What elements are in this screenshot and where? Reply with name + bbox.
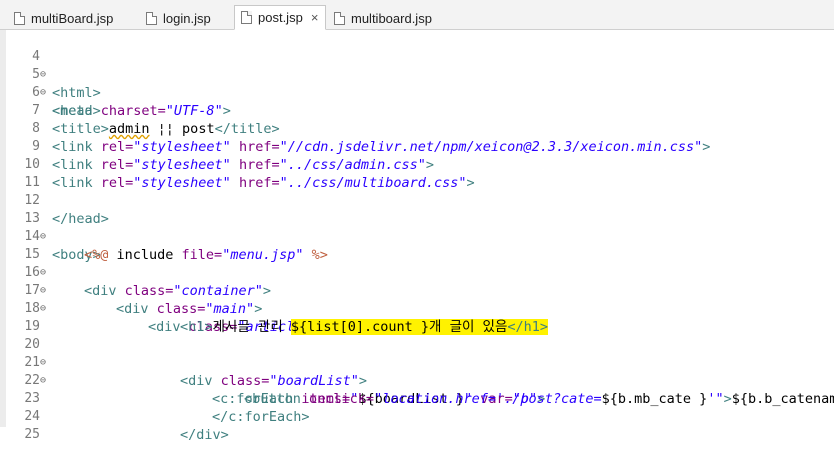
code-line: 22 <button onclick="location.href='./pos…	[0, 354, 834, 407]
code-line: 23 </c:forEach>	[0, 372, 834, 425]
code-line: 5 ⊖ <head>	[0, 48, 834, 119]
tab-multiboard-jsp[interactable]: multiboard.jsp	[328, 6, 438, 30]
code-line: 10 <link rel="stylesheet" href="../css/m…	[0, 138, 834, 191]
code-line: 17 ⊖ <div class="article">	[0, 264, 834, 335]
jsp-file-icon	[334, 11, 345, 25]
tab-label: multiBoard.jsp	[31, 10, 114, 26]
code-line: 21 ⊖ <c:forEach items="${boardList }" va…	[0, 336, 834, 407]
tab-label: multiboard.jsp	[351, 10, 432, 26]
close-tab-icon[interactable]: ×	[311, 10, 319, 25]
code-token: </div>	[180, 427, 229, 443]
code-line: 18 <h1>게시글 관리 ${list[0].count }개 글이 있음</…	[0, 282, 834, 335]
jsp-file-icon	[146, 11, 157, 25]
tab-label: post.jsp	[258, 10, 303, 25]
code-line: 14 <%@ include file="menu.jsp" %>	[0, 210, 834, 263]
jsp-file-icon	[14, 11, 25, 25]
code-line: 4 ⊖ <html>	[0, 30, 834, 101]
code-line: 8 <link rel="stylesheet" href="//cdn.jsd…	[0, 102, 834, 155]
code-line: 6 <meta charset="UTF-8">	[0, 66, 834, 119]
tab-login-jsp[interactable]: login.jsp	[140, 6, 230, 30]
code-line: 19	[0, 300, 834, 334]
line-number: 25	[24, 427, 40, 442]
code-line: 20 ⊖ <div class="boardList">	[0, 318, 834, 389]
code-line: 12 </head>	[0, 174, 834, 227]
tab-multiBoard-jsp[interactable]: multiBoard.jsp	[8, 6, 130, 30]
code-editor[interactable]: 4 ⊖ <html> 5 ⊖ <head> 6 <meta charset="U…	[0, 30, 834, 443]
editor-tab-bar: multiBoard.jsp login.jsp post.jsp × mult…	[0, 0, 834, 30]
code-line: 24 </div>	[0, 390, 834, 443]
code-line: 9 <link rel="stylesheet" href="../css/ad…	[0, 120, 834, 173]
code-line: 11	[0, 156, 834, 190]
tab-label: login.jsp	[163, 10, 211, 26]
code-line: 7 <title>admin ¦¦ post</title>	[0, 84, 834, 137]
jsp-file-icon	[241, 11, 252, 24]
code-line: 16 ⊖ <div class="main">	[0, 246, 834, 317]
code-line: 13 ⊖ <body>	[0, 192, 834, 263]
code-line: 25	[0, 408, 834, 442]
tab-post-jsp[interactable]: post.jsp ×	[234, 5, 326, 30]
code-line: 15 ⊖ <div class="container">	[0, 228, 834, 299]
